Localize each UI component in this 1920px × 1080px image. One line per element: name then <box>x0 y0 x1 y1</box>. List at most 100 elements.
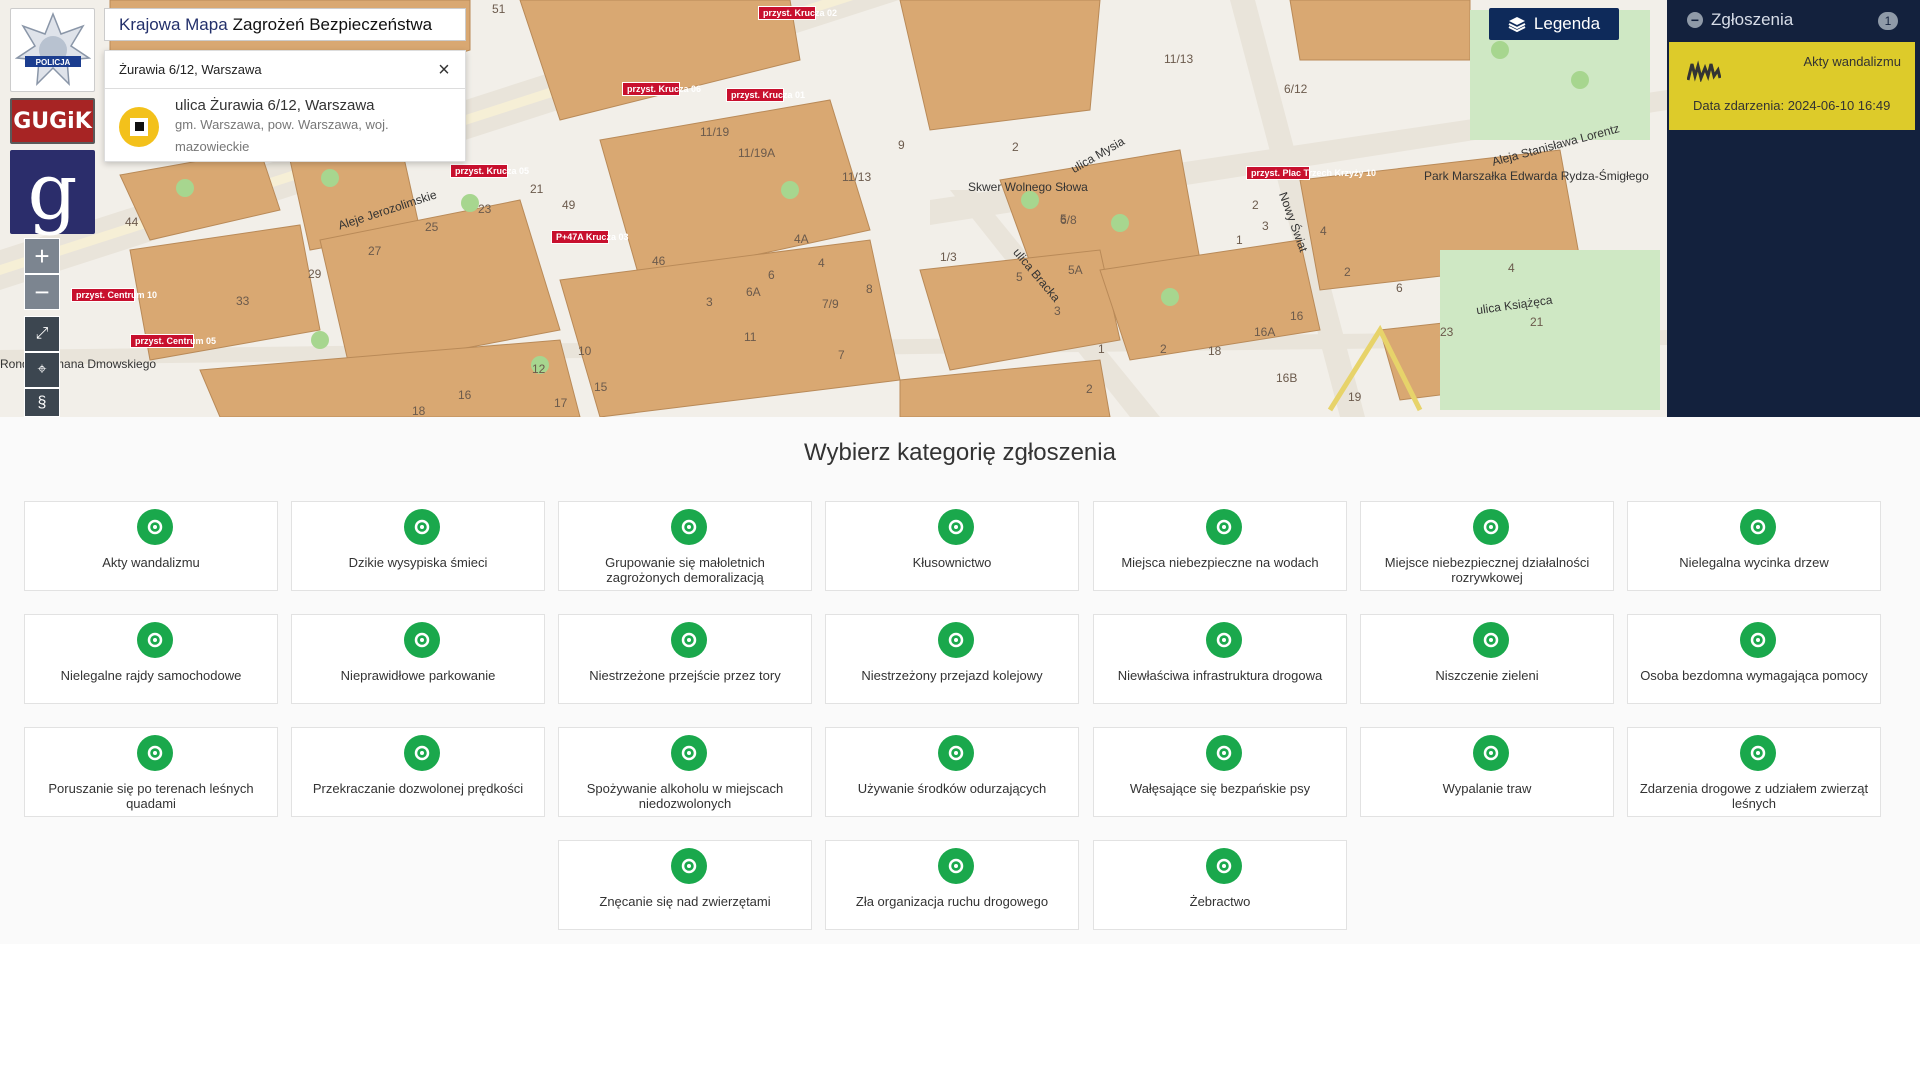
category-card[interactable]: Miejsce niebezpiecznej działalności rozr… <box>1360 501 1614 591</box>
minimize-icon[interactable]: − <box>1687 12 1703 28</box>
category-card[interactable]: Dzikie wysypiska śmieci <box>291 501 545 591</box>
app-title-prefix: Krajowa Mapa <box>119 14 228 34</box>
category-label: Kłusownictwo <box>912 555 992 570</box>
map-number: 3 <box>1054 304 1061 318</box>
category-card[interactable]: Nielegalne rajdy samochodowe <box>24 614 278 704</box>
category-card[interactable]: Kłusownictwo <box>825 501 1079 591</box>
map-number: 4 <box>818 256 825 270</box>
bus-stop-marker[interactable]: przyst. Krucza 05 <box>450 164 529 178</box>
category-card[interactable]: Znęcanie się nad zwierzętami <box>558 840 812 930</box>
map-number: 51 <box>492 2 506 16</box>
map-number: 23 <box>478 202 492 216</box>
category-section: Wybierz kategorię zgłoszenia Akty wandal… <box>0 417 1920 944</box>
category-card[interactable]: Niestrzeżone przejście przez tory <box>558 614 812 704</box>
map-number: 46 <box>652 254 666 268</box>
zoom-out-button[interactable]: − <box>24 274 60 310</box>
bus-stop-marker[interactable]: przyst. Krucza 06 <box>622 82 701 96</box>
map-number: 49 <box>562 198 576 212</box>
bus-stop-marker[interactable]: przyst. Centrum 05 <box>130 334 216 348</box>
category-card[interactable]: Spożywanie alkoholu w miejscach niedozwo… <box>558 727 812 817</box>
address-text: ulica Żurawia 6/12, Warszawa gm. Warszaw… <box>175 97 405 158</box>
bus-stop-marker[interactable]: przyst. Krucza 02 <box>758 6 837 20</box>
category-card[interactable]: Żebractwo <box>1093 840 1347 930</box>
dangerous-entertainment-icon <box>1473 509 1509 545</box>
legend-button[interactable]: Legenda <box>1489 8 1619 40</box>
category-label: Niestrzeżony przejazd kolejowy <box>861 668 1043 683</box>
locate-button[interactable]: ⌖ <box>24 352 60 388</box>
wildlife-road-icon <box>1740 735 1776 771</box>
traffic-organization-icon <box>938 848 974 884</box>
category-card[interactable]: Zła organizacja ruchu drogowego <box>825 840 1079 930</box>
street-label: Skwer Wolnego Słowa <box>968 180 1088 194</box>
report-card[interactable]: Akty wandalizmu Data zdarzenia: 2024-06-… <box>1669 42 1915 130</box>
map-number: 4 <box>1320 224 1327 238</box>
police-star-icon: POLICJA <box>14 12 91 86</box>
address-title: ulica Żurawia 6/12, Warszawa <box>175 97 375 114</box>
map-number: 23 <box>1440 325 1454 339</box>
map-number: 2 <box>1086 382 1093 396</box>
category-section-title: Wybierz kategorię zgłoszenia <box>804 439 1116 466</box>
quad-forest-icon <box>137 735 173 771</box>
bus-stop-marker[interactable]: przyst. Krucza 01 <box>726 88 805 102</box>
map-canvas[interactable]: 51 11/13 6/12 11/19 11/19A 9 2 5 11/13 2… <box>0 0 1667 417</box>
policja-logo: POLICJA <box>10 8 95 92</box>
category-card[interactable]: Nieprawidłowe parkowanie <box>291 614 545 704</box>
map-number: 1 <box>1098 342 1105 356</box>
tree-cutting-icon <box>1740 509 1776 545</box>
address-icon <box>119 107 159 147</box>
map-number: 29 <box>308 267 322 281</box>
law-button[interactable]: § <box>24 388 60 417</box>
poaching-icon <box>938 509 974 545</box>
category-label: Zła organizacja ruchu drogowego <box>855 894 1049 909</box>
category-card[interactable]: Niszczenie zieleni <box>1360 614 1614 704</box>
category-label: Poruszanie się po terenach leśnych quada… <box>48 781 254 811</box>
category-label: Grupowanie się małoletnich zagrożonych d… <box>605 555 765 585</box>
category-label: Używanie środków odurzających <box>857 781 1047 796</box>
map-number: 2 <box>1160 342 1167 356</box>
map-number: 6/8 <box>1060 213 1077 227</box>
category-card[interactable]: Miejsca niebezpieczne na wodach <box>1093 501 1347 591</box>
category-card[interactable]: Używanie środków odurzających <box>825 727 1079 817</box>
category-card[interactable]: Wypalanie traw <box>1360 727 1614 817</box>
category-label: Niszczenie zieleni <box>1435 668 1539 683</box>
map-number: 1 <box>1236 233 1243 247</box>
fullscreen-button[interactable]: ⤢ <box>24 316 60 352</box>
category-card[interactable]: Akty wandalizmu <box>24 501 278 591</box>
category-card[interactable]: Wałęsające się bezpańskie psy <box>1093 727 1347 817</box>
bus-stop-marker[interactable]: przyst. Plac Trzech Krzyży 10 <box>1246 166 1376 180</box>
map-number: 11/13 <box>1164 52 1194 66</box>
category-label: Akty wandalizmu <box>102 555 200 570</box>
bus-stop-marker[interactable]: P+47A Krucza 03 <box>551 230 628 244</box>
app-title: Krajowa Mapa Zagrożeń Bezpieczeństwa <box>104 8 466 41</box>
rail-crossing-icon <box>938 622 974 658</box>
map-number: 3 <box>1262 219 1269 233</box>
category-label: Niestrzeżone przejście przez tory <box>589 668 781 683</box>
map-number: 18 <box>412 404 426 417</box>
street-label: Park Marszałka Edwarda Rydza-Śmigłego <box>1424 169 1649 183</box>
map-number: 11/19 <box>700 125 730 139</box>
bus-stop-marker[interactable]: przyst. Centrum 10 <box>71 288 157 302</box>
category-card[interactable]: Przekraczanie dozwolonej prędkości <box>291 727 545 817</box>
app-root: 51 11/13 6/12 11/19 11/19A 9 2 5 11/13 2… <box>0 0 1920 1080</box>
close-icon[interactable]: × <box>433 59 455 81</box>
category-card[interactable]: Niewłaściwa infrastruktura drogowa <box>1093 614 1347 704</box>
category-label: Niewłaściwa infrastruktura drogowa <box>1117 668 1323 683</box>
map-number: 16B <box>1276 371 1298 385</box>
zoom-in-button[interactable]: + <box>24 238 60 274</box>
grass-burning-icon <box>1473 735 1509 771</box>
category-card[interactable]: Nielegalna wycinka drzew <box>1627 501 1881 591</box>
parking-icon <box>404 622 440 658</box>
category-card[interactable]: Grupowanie się małoletnich zagrożonych d… <box>558 501 812 591</box>
youth-group-icon <box>671 509 707 545</box>
geoportal-logo[interactable]: g <box>10 147 95 237</box>
category-card[interactable]: Zdarzenia drogowe z udziałem zwierząt le… <box>1627 727 1881 817</box>
category-label: Dzikie wysypiska śmieci <box>348 555 488 570</box>
category-card[interactable]: Niestrzeżony przejazd kolejowy <box>825 614 1079 704</box>
category-label: Miejsca niebezpieczne na wodach <box>1121 555 1319 570</box>
map-number: 6/12 <box>1284 82 1308 96</box>
category-card[interactable]: Osoba bezdomna wymagająca pomocy <box>1627 614 1881 704</box>
layers-icon <box>1508 17 1526 33</box>
category-card[interactable]: Poruszanie się po terenach leśnych quada… <box>24 727 278 817</box>
map-number: 15 <box>594 380 608 394</box>
map-number: 6A <box>746 285 761 299</box>
